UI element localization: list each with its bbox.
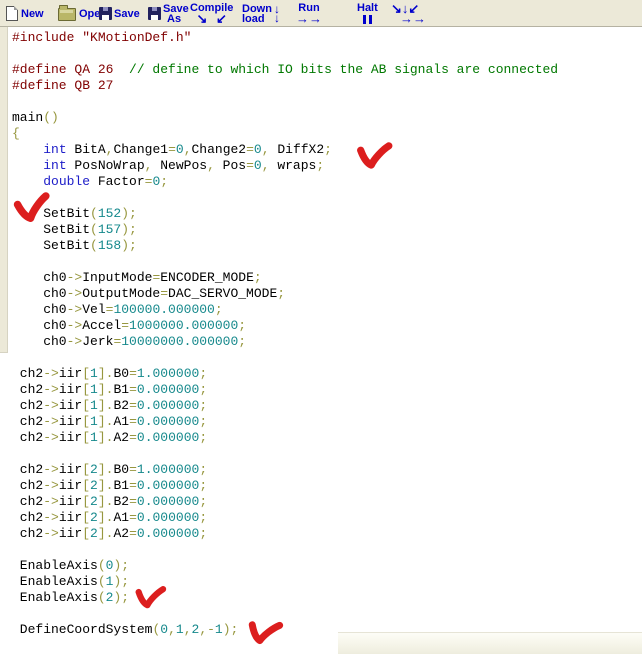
code-line: #define QB 27	[12, 78, 114, 93]
code-line: #include "KMotionDef.h"	[12, 30, 192, 45]
code-line: main()	[12, 110, 59, 125]
code-line: ch2->iir[2].B2=0.000000;	[12, 494, 208, 509]
code-line: ch0->Accel=1000000.000000;	[12, 318, 247, 333]
code-line: ch2->iir[1].B0=1.000000;	[12, 366, 208, 381]
save-as-label-2: As	[167, 12, 182, 25]
download-button[interactable]: Down load ↓ ↓	[242, 1, 280, 26]
code-line: ch2->iir[2].B1=0.000000;	[12, 478, 208, 493]
new-button[interactable]: New	[6, 1, 44, 26]
code-content: #include "KMotionDef.h" #define QA 26 // …	[12, 30, 558, 638]
save-as-floppy-icon	[148, 7, 161, 20]
compile-button[interactable]: Compile ↘ ↙	[190, 1, 233, 26]
step-arrows-bottom-icon: →→	[400, 10, 426, 26]
new-page-icon	[6, 6, 18, 21]
code-line: int BitA,Change1=0,Change2=0, DiffX2;	[43, 142, 332, 157]
save-as-label-1: Save	[163, 2, 189, 15]
code-line: ch0->Vel=100000.000000;	[12, 302, 223, 317]
code-line: ch2->iir[1].A1=0.000000;	[12, 414, 208, 429]
code-line: EnableAxis(1);	[12, 574, 130, 589]
save-label: Save	[114, 7, 140, 20]
code-line: ch0->OutputMode=DAC_SERVO_MODE;	[12, 286, 286, 301]
code-line: ch2->iir[2].B0=1.000000;	[12, 462, 208, 477]
code-line: SetBit(157);	[12, 222, 137, 237]
new-label: New	[21, 7, 44, 20]
halt-label: Halt	[357, 2, 378, 14]
save-as-button[interactable]: Save As	[148, 1, 189, 26]
step-button[interactable]: ↘↓↙ →→	[391, 1, 426, 26]
code-line: int PosNoWrap, NewPos, Pos=0, wraps;	[43, 158, 325, 173]
code-line: #define QA 26 // define to which IO bits…	[12, 62, 559, 77]
code-line: ch2->iir[1].A2=0.000000;	[12, 430, 208, 445]
code-line: ch0->InputMode=ENCODER_MODE;	[12, 270, 262, 285]
download-label-2: load	[242, 12, 265, 25]
run-button[interactable]: Run →→	[296, 1, 322, 26]
pause-icon	[362, 15, 372, 24]
overlapping-window-corner	[338, 632, 642, 654]
save-floppy-icon	[99, 7, 112, 20]
code-line: ch2->iir[1].B1=0.000000;	[12, 382, 208, 397]
code-editor[interactable]: #include "KMotionDef.h" #define QA 26 // …	[0, 27, 642, 654]
kmotion-editor-window: New Open Save Save As Compile ↘ ↙ Down l…	[0, 0, 642, 654]
download-label-1: Down	[242, 2, 272, 15]
run-arrows-icon: →→	[296, 11, 322, 26]
compile-arrows-icon: ↘ ↙	[196, 11, 227, 26]
code-line: ch2->iir[2].A1=0.000000;	[12, 510, 208, 525]
code-line: double Factor=0;	[43, 174, 169, 189]
code-line: SetBit(158);	[12, 238, 137, 253]
code-line: SetBit(152);	[12, 206, 137, 221]
toolbar: New Open Save Save As Compile ↘ ↙ Down l…	[0, 0, 642, 27]
code-line: EnableAxis(0);	[12, 558, 130, 573]
halt-button[interactable]: Halt	[357, 1, 378, 26]
code-line: ch2->iir[2].A2=0.000000;	[12, 526, 208, 541]
download-arrow-icon-2: ↓	[273, 10, 280, 25]
code-line: ch2->iir[1].B2=0.000000;	[12, 398, 208, 413]
save-button[interactable]: Save	[99, 1, 140, 26]
code-line: ch0->Jerk=10000000.000000;	[12, 334, 247, 349]
code-line: {	[12, 126, 20, 141]
open-folder-icon	[58, 5, 76, 21]
code-line: EnableAxis(2);	[12, 590, 130, 605]
